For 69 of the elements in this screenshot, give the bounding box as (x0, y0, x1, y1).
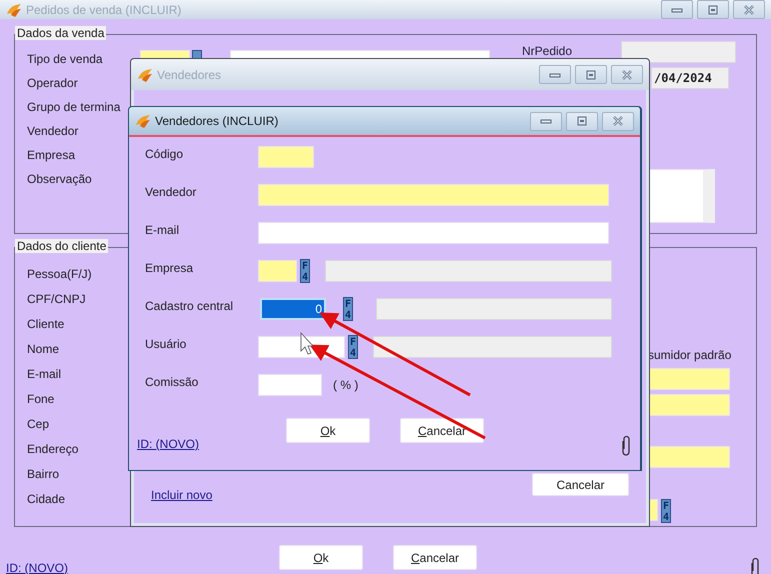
minimize-button[interactable] (539, 65, 571, 84)
field-label: E-mail (145, 222, 180, 239)
close-icon (619, 68, 635, 82)
window-title: Vendedores (INCLUIR) (155, 114, 280, 128)
field-label: Empresa (27, 147, 76, 164)
f4-key-button[interactable]: F4 (300, 259, 310, 283)
maximize-button[interactable] (697, 0, 729, 19)
paperclip-icon[interactable] (750, 557, 760, 574)
input-field[interactable] (621, 41, 736, 63)
new-link[interactable]: Incluir novo (151, 488, 212, 502)
field-label: Cadastro central (145, 298, 234, 315)
close-button[interactable] (602, 112, 634, 130)
date-field[interactable]: /04/2024 (651, 67, 729, 89)
field-label: Cliente (27, 316, 64, 333)
id-link[interactable]: ID: (NOVO) (6, 560, 279, 574)
minimize-button[interactable] (530, 112, 562, 130)
field-label: Fone (27, 391, 54, 408)
f4-key-button[interactable]: F4 (343, 297, 353, 321)
close-icon (610, 114, 626, 128)
id-link[interactable]: ID: (NOVO) (137, 437, 286, 451)
field-label: Vendedor (145, 184, 198, 201)
window-title: Pedidos de venda (INCLUIR) (26, 2, 182, 16)
group-title: Dados do cliente (15, 239, 108, 253)
cancel-button[interactable]: Cancelar (532, 473, 629, 496)
input-field[interactable] (258, 146, 314, 168)
app-logo-icon (137, 66, 153, 82)
input-field[interactable] (258, 222, 609, 244)
input-field[interactable] (258, 184, 609, 206)
field-label: Comissão (145, 374, 200, 391)
field-label: Bairro (27, 466, 60, 483)
dialog-button[interactable]: Ok (279, 545, 363, 570)
group-title: Dados da venda (15, 26, 106, 40)
field-label: Nome (27, 341, 60, 358)
field-label: CPF/CNPJ (27, 291, 86, 308)
app-logo-icon (135, 113, 151, 129)
paperclip-icon[interactable] (621, 435, 631, 456)
field-label: Observação (27, 171, 92, 188)
f4-key-button[interactable]: F4 (661, 499, 671, 523)
window-title: Vendedores (157, 68, 222, 82)
field-label: Usuário (145, 336, 188, 353)
mouse-cursor-icon (300, 332, 314, 354)
field-label: Pessoa(F/J) (27, 266, 92, 283)
field-label: sumidor padrão (648, 347, 732, 364)
app-logo-icon (6, 2, 22, 18)
minimize-button[interactable] (661, 0, 693, 19)
f4-key-button[interactable]: F4 (348, 335, 358, 359)
field-label: NrPedido (522, 44, 572, 58)
dialog-button[interactable]: Ok (286, 418, 370, 443)
field-label: Cep (27, 416, 50, 433)
field-label: Cidade (27, 491, 66, 508)
unit-label: ( % ) (333, 378, 358, 392)
close-button[interactable] (733, 0, 765, 19)
close-icon (741, 2, 757, 16)
maximize-button[interactable] (566, 112, 598, 130)
input-field[interactable] (258, 260, 297, 282)
field-label: Operador (27, 75, 78, 92)
field-label: Empresa (145, 260, 194, 277)
field-label: E-mail (27, 366, 62, 383)
input-field[interactable]: 0 (260, 298, 326, 320)
dialog-button[interactable]: Cancelar (393, 545, 477, 570)
field-label: Endereço (27, 441, 78, 458)
close-button[interactable] (611, 65, 643, 84)
field-label: Vendedor (27, 123, 78, 140)
field-label: Código (145, 146, 184, 163)
field-label: Grupo de termina (27, 99, 120, 116)
dialog-button[interactable]: Cancelar (400, 418, 484, 443)
field-label: Tipo de venda (27, 51, 103, 68)
maximize-button[interactable] (575, 65, 607, 84)
input-field[interactable] (258, 374, 322, 396)
